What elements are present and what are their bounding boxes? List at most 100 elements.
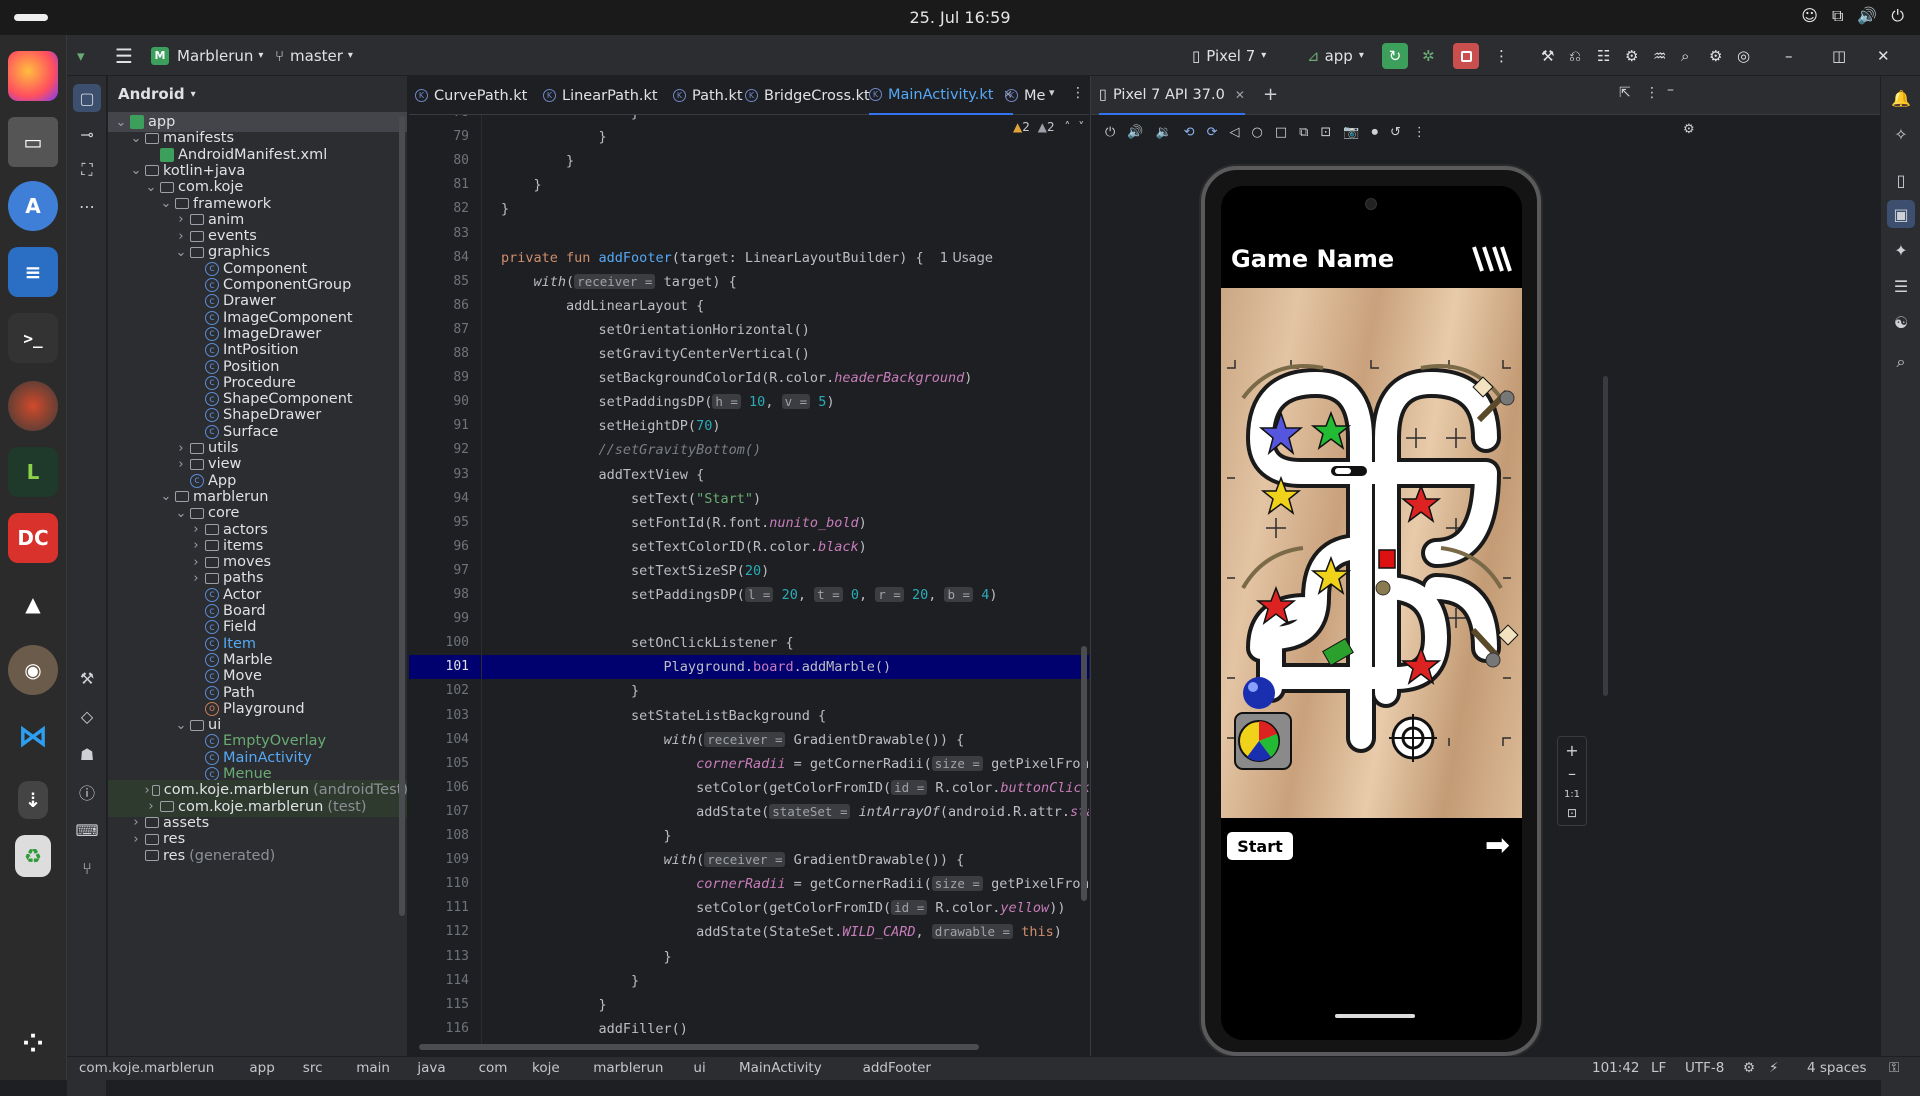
editor-tab[interactable]: K MainActivity.kt ✕	[869, 76, 1013, 115]
inkscape-icon[interactable]: ▲	[8, 579, 58, 629]
code-line[interactable]: 94 setText("Start")	[409, 487, 1089, 511]
code-line[interactable]: 100 setOnClickListener {	[409, 631, 1089, 655]
leaf-app-icon[interactable]: L	[8, 447, 58, 497]
system-tray[interactable]: ☺ ⧉ 🔊 ⏻	[1801, 6, 1904, 26]
breadcrumb-item[interactable]: java	[417, 1060, 445, 1076]
firefox-icon[interactable]	[8, 51, 58, 101]
power-save-icon[interactable]: ⚡	[1769, 1060, 1778, 1076]
rotate-right-icon[interactable]: ⟳	[1207, 125, 1218, 140]
code-line[interactable]: 86 addLinearLayout {	[409, 294, 1089, 318]
code-line[interactable]: 101 Playground.board.addMarble()	[409, 655, 1089, 680]
terminal-icon[interactable]: >_	[8, 313, 58, 363]
breadcrumb-item[interactable]: src	[303, 1060, 323, 1076]
breadcrumb-item[interactable]: ui	[693, 1060, 705, 1076]
run-config-selector[interactable]: ⊿ app ▾	[1307, 35, 1364, 76]
minimize-button[interactable]: –	[1785, 35, 1793, 76]
code-line[interactable]: 109 with(receiver = GradientDrawable()) …	[409, 848, 1089, 872]
menu-logo-icon[interactable]	[1472, 245, 1512, 273]
tree-scrollbar[interactable]	[399, 116, 405, 916]
app-inspection-icon[interactable]: ⌕	[1887, 348, 1915, 376]
editor-horizontal-scrollbar[interactable]	[419, 1044, 979, 1050]
vcs-icon[interactable]: ▾	[77, 35, 85, 76]
code-line[interactable]: 99	[409, 607, 1089, 631]
more-emulator-icon[interactable]: ⋮	[1413, 125, 1426, 140]
screenshot-icon[interactable]: 📷	[1343, 125, 1359, 140]
breadcrumb-item[interactable]: MainActivity	[739, 1060, 822, 1076]
phone-screen[interactable]: Game Name Start ➡	[1221, 186, 1522, 1040]
android-studio-icon[interactable]: A	[8, 181, 58, 231]
chevron-right-icon[interactable]: ›	[129, 815, 143, 830]
maximize-button[interactable]: ◫	[1832, 35, 1846, 76]
device-explorer-icon[interactable]: ▯	[1887, 166, 1915, 194]
code-line[interactable]: 103 setStateListBackground {	[409, 704, 1089, 728]
code-line[interactable]: 102 }	[409, 679, 1089, 703]
code-line[interactable]: 115 }	[409, 993, 1089, 1017]
breadcrumb-item[interactable]: addFooter	[863, 1060, 931, 1076]
code-line[interactable]: 114 }	[409, 969, 1089, 993]
code-line[interactable]: 85 with(receiver = target) {	[409, 270, 1089, 294]
code-line[interactable]: 96 setTextColorID(R.color.black)	[409, 535, 1089, 559]
chevron-right-icon[interactable]: ›	[174, 212, 188, 227]
running-devices-icon[interactable]: ▣	[1887, 200, 1915, 228]
network-icon[interactable]: ⧉	[1832, 6, 1843, 26]
chevron-right-icon[interactable]: ›	[144, 799, 158, 814]
usb-drive-icon[interactable]: ⇣	[18, 781, 48, 819]
more-tools-icon[interactable]: ⋯	[73, 192, 101, 220]
code-line[interactable]: 91 setHeightDP(70)	[409, 414, 1089, 438]
accessibility-icon[interactable]: ☺	[1801, 6, 1818, 26]
breadcrumb-item[interactable]: koje	[532, 1060, 560, 1076]
breadcrumb-item[interactable]: com	[479, 1060, 508, 1076]
code-line[interactable]: 111 setColor(getColorFromID(id = R.color…	[409, 896, 1089, 920]
code-line[interactable]: 116 addFiller()	[409, 1017, 1089, 1041]
project-tool-icon[interactable]: ▢	[73, 84, 101, 112]
rerun-button[interactable]: ↻	[1382, 43, 1408, 69]
editor-vertical-scrollbar[interactable]	[1081, 646, 1087, 901]
chevron-down-icon[interactable]: ⌄	[174, 245, 188, 260]
code-line[interactable]: 97 setTextSizeSP(20)	[409, 559, 1089, 583]
screen-record-icon[interactable]: ⏺	[1372, 125, 1379, 140]
code-line[interactable]: 78 }	[409, 115, 1089, 125]
emulator-scrollbar[interactable]	[1603, 376, 1608, 696]
zoom-out-icon[interactable]: –	[1558, 764, 1586, 783]
breadcrumb-item[interactable]: com.koje.marblerun	[79, 1060, 214, 1076]
account-icon[interactable]: ◎	[1737, 35, 1750, 76]
code-line[interactable]: 112 addState(StateSet.WILD_CARD, drawabl…	[409, 920, 1089, 944]
dc-app-icon[interactable]: DC	[8, 513, 58, 563]
chevron-right-icon[interactable]: ›	[189, 522, 203, 537]
build-icon[interactable]: ⚒	[73, 664, 101, 692]
fold-icon[interactable]: ⧉	[1299, 125, 1308, 140]
add-device-icon[interactable]: +	[1263, 84, 1278, 105]
snapshot-icon[interactable]: ↺	[1390, 125, 1401, 140]
terminal-tool-icon[interactable]: ⌨	[73, 816, 101, 844]
open-external-icon[interactable]: ⇱	[1619, 85, 1631, 101]
layout-validation-icon[interactable]: ☰	[1887, 272, 1915, 300]
recorder-icon[interactable]	[8, 381, 58, 431]
code-line[interactable]: 89 setBackgroundColorId(R.color.headerBa…	[409, 366, 1089, 390]
chevron-right-icon[interactable]: ›	[174, 457, 188, 472]
code-line[interactable]: 79 }	[409, 125, 1089, 149]
tabs-overflow-chevron-icon[interactable]: ▾	[1049, 86, 1055, 99]
home-icon[interactable]: ○	[1251, 125, 1262, 140]
editor-tab[interactable]: K CurvePath.kt	[415, 76, 527, 115]
logcat-icon[interactable]: ☗	[73, 740, 101, 768]
gem-icon[interactable]: ◇	[73, 702, 101, 730]
hide-panel-icon[interactable]: –	[1667, 82, 1674, 98]
chevron-right-icon[interactable]: ›	[174, 441, 188, 456]
panel-options-icon[interactable]: ⋮	[1645, 85, 1659, 101]
overview-icon[interactable]: □	[1275, 125, 1287, 140]
chevron-right-icon[interactable]: ›	[144, 783, 150, 798]
project-widget[interactable]: M Marblerun ▾	[151, 35, 263, 76]
game-board[interactable]	[1221, 288, 1522, 818]
chevron-down-icon[interactable]: ⌄	[174, 506, 188, 521]
device-selector[interactable]: ▯ Pixel 7 ▾	[1192, 35, 1266, 76]
zoom-fit-icon[interactable]: ⊡	[1558, 806, 1586, 820]
start-button[interactable]: Start	[1227, 832, 1293, 860]
writer-icon[interactable]: ≡	[8, 247, 58, 297]
code-line[interactable]: 95 setFontId(R.font.nunito_bold)	[409, 511, 1089, 535]
code-line[interactable]: 98 setPaddingsDP(l = 20, t = 0, r = 20, …	[409, 583, 1089, 607]
more-actions-icon[interactable]: ⋮	[1494, 35, 1509, 76]
indent-setting[interactable]: 4 spaces	[1807, 1060, 1867, 1076]
code-line[interactable]: 83	[409, 222, 1089, 246]
ai-assistant-icon[interactable]: ✦	[1887, 236, 1915, 264]
sdk-manager-icon[interactable]: ⚙	[1625, 35, 1638, 76]
